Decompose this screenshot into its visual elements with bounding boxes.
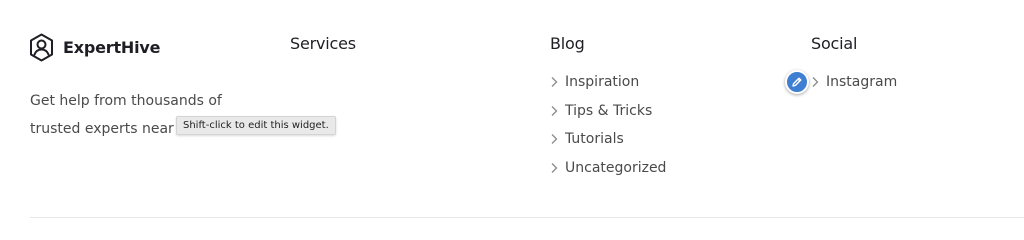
social-column: Social Instagram	[811, 34, 897, 97]
blog-link-tutorials[interactable]: Tutorials	[550, 125, 666, 154]
blog-link-label: Uncategorized	[565, 160, 667, 177]
blog-link-label: Tips & Tricks	[565, 102, 653, 119]
pencil-icon	[792, 77, 802, 87]
edit-widget-tooltip: Shift-click to edit this widget.	[176, 116, 336, 135]
chevron-right-icon	[551, 77, 558, 88]
blog-heading: Blog	[550, 34, 585, 53]
blog-link-label: Tutorials	[565, 131, 624, 148]
chevron-right-icon	[551, 134, 558, 145]
services-column: Services	[290, 34, 356, 54]
blog-column: Blog Inspiration Tips & Tricks Tutorials…	[550, 34, 666, 182]
social-links: Instagram	[811, 68, 897, 97]
user-hexagon-icon	[30, 33, 53, 62]
chevron-right-icon	[551, 105, 558, 116]
blog-links: Inspiration Tips & Tricks Tutorials Unca…	[550, 68, 666, 182]
blog-link-uncategorized[interactable]: Uncategorized	[550, 154, 666, 183]
blog-link-label: Inspiration	[565, 74, 640, 91]
chevron-right-icon	[812, 77, 819, 88]
social-link-instagram[interactable]: Instagram	[811, 68, 897, 97]
about-text-line-1: Get help from thousands of	[30, 93, 222, 109]
brand-logo[interactable]: ExpertHive	[29, 33, 160, 62]
footer-divider	[30, 217, 1024, 218]
edit-widget-button[interactable]	[785, 70, 809, 94]
chevron-right-icon	[551, 163, 558, 174]
blog-link-tips-tricks[interactable]: Tips & Tricks	[550, 97, 666, 126]
blog-link-inspiration[interactable]: Inspiration	[550, 68, 666, 97]
brand-name: ExpertHive	[63, 38, 161, 57]
services-heading: Services	[290, 34, 356, 53]
social-heading: Social	[811, 34, 858, 53]
social-link-label: Instagram	[826, 74, 898, 91]
